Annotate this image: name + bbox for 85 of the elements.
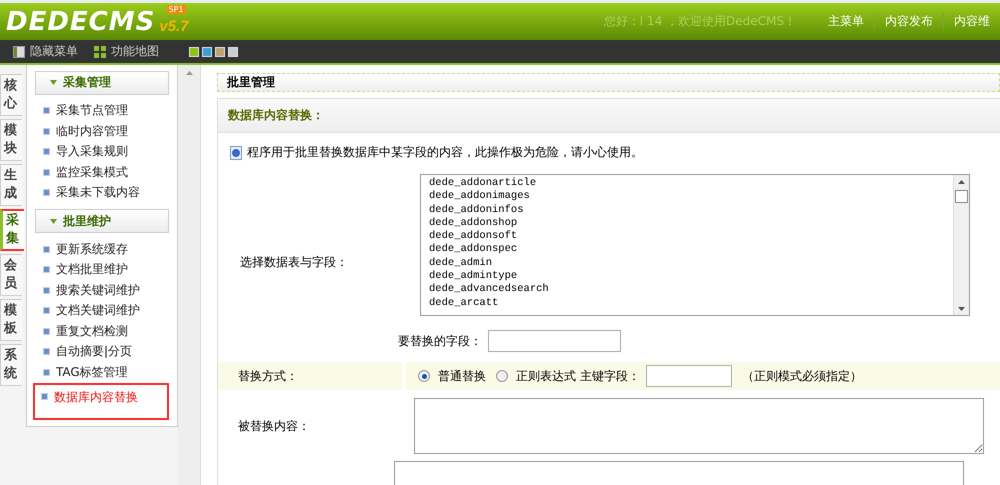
toolbar-button[interactable]: 功能地图 xyxy=(90,43,163,60)
bullet-icon xyxy=(43,348,50,356)
field-label: 选择数据表与字段： xyxy=(239,254,349,271)
theme-swatch[interactable] xyxy=(215,46,225,56)
side-tab[interactable]: 生成 xyxy=(0,164,22,206)
key-field-input[interactable] xyxy=(646,365,732,387)
menu-item[interactable]: 临时内容管理 xyxy=(35,121,169,142)
radio-option[interactable]: 正则表达式 xyxy=(496,368,576,384)
bullet-icon xyxy=(43,368,50,376)
menu-group-header[interactable]: 采集管理 xyxy=(35,71,169,95)
version-badge: SP1 xyxy=(166,5,186,14)
list-option[interactable]: dede_addonshop xyxy=(429,216,945,230)
radio-button[interactable] xyxy=(418,370,430,382)
bullet-icon xyxy=(43,189,50,196)
scroll-down-icon xyxy=(958,307,965,311)
help-icon xyxy=(230,146,242,160)
version-label: v5.7 xyxy=(159,18,189,35)
radio-button[interactable] xyxy=(496,370,508,382)
menu-group-header[interactable]: 批里维护 xyxy=(35,209,169,233)
radio-option[interactable]: 普通替换 xyxy=(418,368,486,384)
menu-item[interactable]: 自动摘要|分页 xyxy=(35,342,169,362)
theme-swatch[interactable] xyxy=(189,46,199,56)
list-option[interactable]: dede_admin xyxy=(429,256,945,270)
menu-item[interactable]: 搜索关键词维护 xyxy=(35,280,169,300)
side-tab[interactable]: 会员 xyxy=(0,254,22,296)
bullet-icon xyxy=(43,328,50,335)
scroll-up-icon xyxy=(186,71,192,75)
logo: DEDECMS xyxy=(6,6,156,36)
menu-item[interactable]: 采集节点管理 xyxy=(35,100,169,122)
menu-item[interactable]: 监控采集模式 xyxy=(35,162,169,183)
list-option[interactable]: dede_admintype xyxy=(429,270,945,284)
list-option[interactable]: dede_advancedsearch xyxy=(429,283,945,297)
scroll-up-icon xyxy=(958,180,965,184)
side-tab[interactable]: 模块 xyxy=(0,119,22,161)
scroll-thumb-icon[interactable] xyxy=(955,190,968,203)
bullet-icon xyxy=(43,266,50,274)
menu-group-title: 批里维护 xyxy=(63,212,111,230)
side-tab[interactable]: 核心 xyxy=(0,74,22,116)
toolbar-button[interactable]: 隐藏菜单 xyxy=(9,43,82,60)
field-input[interactable] xyxy=(488,330,621,352)
caret-down-icon xyxy=(50,80,57,86)
bullet-icon xyxy=(41,392,48,400)
field-label: 替换方式： xyxy=(238,368,298,384)
menu-group-title: 采集管理 xyxy=(63,74,111,92)
menu-item[interactable]: 数据库内容替换 xyxy=(33,382,169,420)
menu-item[interactable]: 文档关键词维护 xyxy=(35,300,169,321)
menu-item[interactable]: 重复文档检测 xyxy=(35,320,169,342)
hint-text: （正则模式必须指定） xyxy=(742,368,862,384)
bullet-icon xyxy=(43,128,50,135)
bullet-icon xyxy=(43,107,50,114)
field-label: 主键字段： xyxy=(580,368,640,384)
caret-down-icon xyxy=(50,218,57,224)
side-tab[interactable]: 模板 xyxy=(0,299,22,341)
panel-icon xyxy=(13,46,25,58)
menu-item[interactable]: 更新系统缓存 xyxy=(35,238,169,260)
side-tab[interactable]: 采集 xyxy=(0,209,24,251)
notice-text: 程序用于批里替换数据库中某字段的内容，此操作极为危险，请小心使用。 xyxy=(247,144,643,161)
bullet-icon xyxy=(43,286,50,294)
list-option[interactable]: dede_addonsoft xyxy=(429,230,945,244)
greeting-text: 您好：l 14 ，欢迎使用DedeCMS！ xyxy=(604,13,796,30)
grid-icon xyxy=(94,46,106,58)
list-option[interactable]: dede_arcatt xyxy=(429,296,945,310)
menu-item[interactable]: 采集未下载内容 xyxy=(35,182,169,204)
panel-title: 批里管理 xyxy=(217,73,1000,92)
bullet-icon xyxy=(43,148,50,156)
bullet-icon xyxy=(43,307,50,314)
menu-item[interactable]: 文档批里维护 xyxy=(35,259,169,280)
field-label: 被替换内容： xyxy=(238,418,310,434)
list-option[interactable]: dede_addonarticle xyxy=(429,177,945,190)
text-area[interactable] xyxy=(414,398,984,454)
list-option[interactable]: dede_addonimages xyxy=(429,190,945,204)
bullet-icon xyxy=(43,246,50,253)
table-list[interactable]: dede_addonarticle dede_addonimages dede_addoninfos dede_addonshop dede_addonsoft dede_addonspec dede_admin dede_admintype dede_advancedsearch dede_arcatt xyxy=(420,174,970,316)
section-title: 数据库内容替换： xyxy=(218,99,1000,133)
theme-swatch[interactable] xyxy=(202,46,212,56)
field-label: 要替换的字段： xyxy=(398,332,482,350)
menu-item[interactable]: TAG标签管理 xyxy=(35,362,169,383)
list-scrollbar[interactable] xyxy=(953,175,969,315)
menu-item[interactable]: 导入采集规则 xyxy=(35,142,169,162)
bullet-icon xyxy=(43,168,50,176)
list-option[interactable]: dede_addonspec xyxy=(429,243,945,257)
theme-swatch[interactable] xyxy=(228,46,238,56)
list-option[interactable]: dede_addoninfos xyxy=(429,204,945,217)
scrollbar[interactable] xyxy=(178,65,200,485)
side-tab[interactable]: 系统 xyxy=(0,344,22,386)
